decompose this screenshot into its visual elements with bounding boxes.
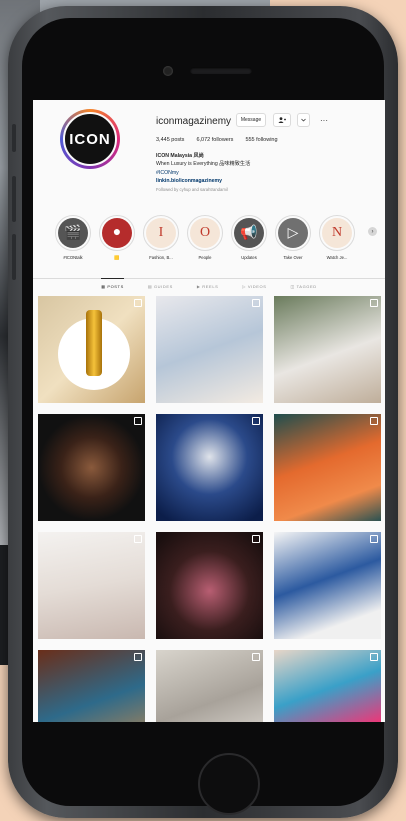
multi-post-icon [252, 653, 260, 661]
multi-post-icon [252, 299, 260, 307]
story-highlights: › 🎬 #ICONtalk ● 🟨 I Fashion, B... O People 📢 Upda… [53, 215, 383, 265]
earpiece-speaker [190, 67, 252, 74]
highlight-cover: N [319, 215, 355, 251]
profile-stats: 3,445 posts 6,072 followers 555 followin… [156, 137, 278, 143]
bio-hashtag[interactable]: #ICONmy [156, 169, 250, 177]
tab-guides[interactable]: ▤ GUIDES [148, 279, 173, 295]
multi-post-icon [370, 653, 378, 661]
post-colorful[interactable] [274, 650, 381, 722]
highlight-label: Fashion, B... [149, 255, 173, 260]
highlight-cover: ▷ [275, 215, 311, 251]
post-model[interactable] [156, 414, 263, 521]
highlight-item[interactable]: 🎬 #ICONtalk [53, 215, 93, 260]
post-exhibition[interactable] [156, 296, 263, 403]
profile-bio: ICON Malaysia 风尚 When Luxury is Everythi… [156, 152, 250, 194]
highlight-icon: 🎬 [58, 218, 88, 248]
post-wedding[interactable] [274, 296, 381, 403]
tab-label: GUIDES [153, 284, 173, 289]
post-orange-bag[interactable] [274, 414, 381, 521]
highlight-label: 🟨 [114, 255, 120, 260]
highlight-cover: I [143, 215, 179, 251]
profile-tabs: ▦ POSTS ▤ GUIDES ▶ REELS ▷ VIDEOS ◫ TAGGED [33, 278, 385, 295]
highlight-cover: O [187, 215, 223, 251]
display-name: ICON Malaysia 风尚 [156, 153, 204, 159]
highlight-label: Take Over [283, 255, 303, 260]
multi-post-icon [252, 417, 260, 425]
highlight-icon: ● [102, 218, 132, 248]
multi-post-icon [370, 299, 378, 307]
highlight-item[interactable]: I Fashion, B... [141, 215, 181, 260]
tab-label: TAGGED [296, 284, 317, 289]
volume-up-button [12, 176, 16, 222]
bio-line: When Luxury is Everything 品味精致生活 [156, 161, 251, 168]
username: iconmagazinemy [156, 116, 232, 127]
multi-post-icon [134, 417, 142, 425]
more-options-icon[interactable]: ··· [316, 113, 332, 127]
post-necklace[interactable] [156, 532, 263, 639]
front-camera [163, 66, 173, 76]
serum-bottle [86, 310, 102, 376]
multi-post-icon [134, 535, 142, 543]
tab-label: POSTS [107, 284, 124, 289]
multi-post-icon [252, 535, 260, 543]
chevron-right-icon[interactable]: › [368, 227, 377, 236]
multi-post-icon [134, 299, 142, 307]
highlight-item[interactable]: O People [185, 215, 225, 260]
tab-label: REELS [202, 284, 219, 289]
multi-post-icon [134, 653, 142, 661]
tab-reels[interactable]: ▶ REELS [197, 279, 219, 295]
post-icon-picks[interactable] [38, 296, 145, 403]
tab-label: VIDEOS [247, 284, 267, 289]
multi-post-icon [370, 417, 378, 425]
post-sandals[interactable] [274, 532, 381, 639]
posts-count[interactable]: 3,445 posts [156, 137, 184, 143]
home-button[interactable] [198, 753, 260, 815]
highlight-icon: 📢 [234, 218, 264, 248]
highlight-icon: ▷ [278, 218, 308, 248]
tab-posts[interactable]: ▦ POSTS [101, 278, 124, 295]
highlight-cover: 🎬 [55, 215, 91, 251]
avatar: ICON [63, 112, 117, 166]
mute-switch [12, 124, 16, 152]
highlight-icon: N [322, 218, 352, 248]
follow-user-icon[interactable] [273, 113, 291, 127]
followers-count[interactable]: 6,072 followers [196, 137, 233, 143]
multi-post-icon [370, 535, 378, 543]
post-luggage[interactable] [156, 650, 263, 722]
instagram-screen: ICON iconmagazinemy Message ··· 3,445 po… [33, 100, 385, 722]
highlight-item[interactable]: N Watch Je... [317, 215, 357, 260]
highlight-label: #ICONtalk [63, 255, 83, 260]
highlight-item[interactable]: 📢 Updates [229, 215, 269, 260]
bio-link[interactable]: linkin.bio/iconmagazinemy [156, 177, 250, 185]
post-watch[interactable] [38, 414, 145, 521]
volume-down-button [12, 234, 16, 280]
highlight-icon: O [190, 218, 220, 248]
message-button[interactable]: Message [236, 113, 266, 127]
post-party[interactable] [38, 650, 145, 722]
highlight-item[interactable]: ● 🟨 [97, 215, 137, 261]
highlight-label: Updates [241, 255, 257, 260]
highlight-label: Watch Je... [326, 255, 348, 260]
highlight-item[interactable]: ▷ Take Over [273, 215, 313, 260]
following-count[interactable]: 555 following [245, 137, 277, 143]
highlight-icon: I [146, 218, 176, 248]
highlight-cover: ● [99, 215, 135, 251]
chevron-down-icon[interactable] [297, 113, 310, 127]
tab-tagged[interactable]: ◫ TAGGED [291, 279, 317, 295]
highlight-cover: 📢 [231, 215, 267, 251]
tab-videos[interactable]: ▷ VIDEOS [242, 279, 266, 295]
followed-by[interactable]: Followed by cyhup and sarahtrandamil [156, 186, 250, 194]
post-red-carpet[interactable] [38, 532, 145, 639]
highlight-label: People [198, 255, 212, 260]
avatar-ring[interactable]: ICON [60, 109, 120, 169]
